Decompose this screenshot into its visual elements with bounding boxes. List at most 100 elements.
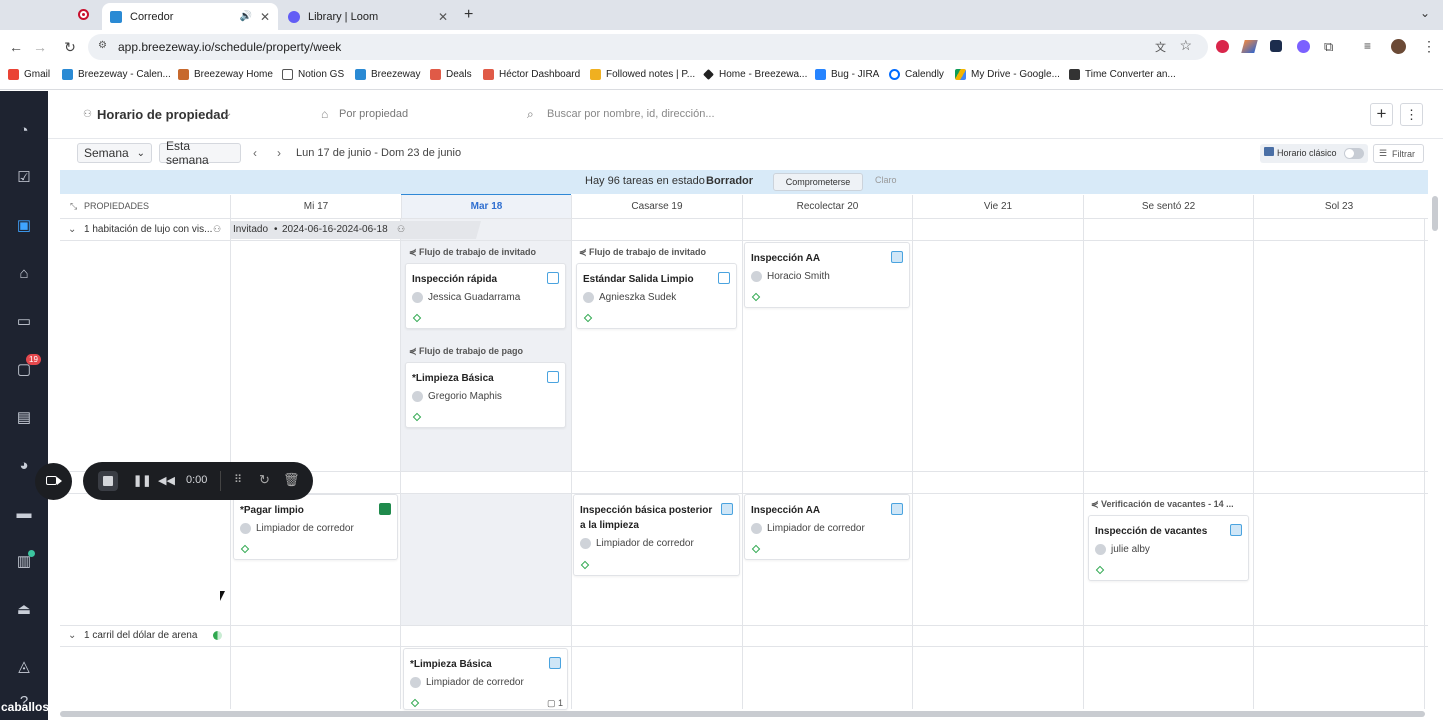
row-collapse-icon[interactable]: ⌄ xyxy=(68,224,76,235)
toggle-switch[interactable] xyxy=(1344,148,1364,159)
day-header[interactable]: Recolectar 20 xyxy=(742,195,912,219)
translate-icon[interactable]: 文 xyxy=(1155,39,1166,55)
bell-service-icon[interactable]: ⏏ xyxy=(14,599,34,619)
browser-menu-icon[interactable]: ⋮ xyxy=(1422,38,1436,55)
title-dropdown-icon[interactable]: ⌄ xyxy=(224,108,232,119)
camera-toggle-button[interactable] xyxy=(35,463,72,500)
home-icon[interactable]: ⌂ xyxy=(14,263,34,283)
extension-icon[interactable] xyxy=(1241,40,1258,53)
day-header[interactable]: Vie 21 xyxy=(912,195,1083,219)
task-card[interactable]: *Limpieza Básica Limpiador de corredor ▢… xyxy=(403,648,568,710)
stop-button[interactable] xyxy=(98,471,118,491)
more-options-button[interactable]: ⋮ xyxy=(1400,103,1423,126)
add-button[interactable]: + xyxy=(1370,103,1393,126)
reservation-bar[interactable]: Invitado • 2024-06-16-2024-06-18 ⚇ xyxy=(231,221,481,239)
property-row-label[interactable]: 1 carril del dólar de arena xyxy=(84,630,197,641)
reservation-dates: 2024-06-16-2024-06-18 xyxy=(282,224,388,235)
this-week-button[interactable]: Esta semana xyxy=(159,139,241,167)
day-header[interactable]: Casarse 19 xyxy=(571,195,742,219)
row-collapse-icon[interactable]: ⌄ xyxy=(68,630,76,641)
classic-schedule-toggle[interactable]: Horario clásico xyxy=(1260,144,1368,163)
bookmark-item[interactable]: Time Converter an... xyxy=(1069,69,1176,80)
tab-loom[interactable]: Library | Loom ✕ xyxy=(280,3,456,30)
task-title: Estándar Salida Limpio xyxy=(583,274,694,285)
reload-icon[interactable]: ↻ xyxy=(62,39,78,56)
jira-icon xyxy=(815,69,826,80)
pause-icon[interactable]: ❚❚ xyxy=(133,474,151,487)
task-card[interactable]: Inspección rápida Jessica Guadarrama xyxy=(405,263,566,329)
profile-avatar[interactable] xyxy=(1391,39,1406,54)
calendar-icon[interactable]: ▣ xyxy=(14,215,34,235)
task-type-icon xyxy=(1230,524,1242,536)
task-card[interactable]: Inspección de vacantes julie alby xyxy=(1088,515,1249,581)
trash-icon[interactable]: 🗑 xyxy=(283,472,300,488)
extension-icon[interactable] xyxy=(1297,40,1310,53)
extensions-puzzle-icon[interactable]: ⧉ xyxy=(1324,39,1333,55)
page-title[interactable]: Horario de propiedad xyxy=(97,107,228,122)
close-tab-icon[interactable]: ✕ xyxy=(438,10,448,24)
day-header[interactable]: Sol 23 xyxy=(1253,195,1424,219)
app-sidebar: ◔ ☑ ▣ ⌂ ▭ ▢ 19 ▤ ◕ ▬ ▥ ⏏ ◬ ? caballos xyxy=(0,91,49,720)
bookmark-item[interactable]: Calendly xyxy=(889,69,944,80)
bookmark-star-icon[interactable]: ☆ xyxy=(1179,37,1192,54)
record-indicator-icon[interactable] xyxy=(78,9,89,20)
card-icon[interactable]: ▬ xyxy=(14,503,34,523)
task-card[interactable]: Inspección AA Horacio Smith xyxy=(744,242,910,308)
clear-button[interactable]: Claro xyxy=(875,175,897,185)
bookmark-item[interactable]: Home - Breezewa... xyxy=(703,69,807,80)
task-card[interactable]: Estándar Salida Limpio Agnieszka Sudek xyxy=(576,263,737,329)
url-field[interactable]: ⚙ app.breezeway.io/schedule/property/wee… xyxy=(88,34,1208,60)
deals-icon xyxy=(430,69,441,80)
bookmark-item[interactable]: Breezeway - Calen... xyxy=(62,69,171,80)
bookmark-item[interactable]: Bug - JIRA xyxy=(815,69,879,80)
tab-corredor[interactable]: Corredor 🔊 ✕ xyxy=(102,3,278,30)
media-control-icon[interactable]: ≡ xyxy=(1364,39,1371,53)
horizontal-scrollbar[interactable] xyxy=(60,711,1425,717)
tab-menu-icon[interactable]: ⌄ xyxy=(1420,6,1430,20)
chevron-down-icon: ⌄ xyxy=(136,147,145,159)
task-card[interactable]: *Pagar limpio Limpiador de corredor xyxy=(233,494,398,560)
grid-line xyxy=(60,646,1428,647)
bell-icon[interactable]: ◬ xyxy=(14,656,34,676)
site-info-icon[interactable]: ⚙ xyxy=(98,40,107,51)
property-row-label[interactable]: 1 habitación de lujo con vis... xyxy=(84,224,212,235)
view-selector[interactable]: Por propiedad xyxy=(339,108,408,120)
range-select[interactable]: Semana ⌄ xyxy=(77,143,152,163)
prev-week-icon[interactable]: ‹ xyxy=(253,146,257,160)
next-week-icon[interactable]: › xyxy=(277,146,281,160)
vertical-scrollbar[interactable] xyxy=(1432,196,1438,231)
close-tab-icon[interactable]: ✕ xyxy=(260,10,270,24)
collapse-all-icon[interactable]: ⤡ xyxy=(70,201,77,212)
bookmark-item[interactable]: My Drive - Google... xyxy=(955,69,1060,80)
tasks-icon[interactable]: ☑ xyxy=(14,167,34,187)
book-icon[interactable]: ▤ xyxy=(14,407,34,427)
task-title: Inspección AA xyxy=(751,505,821,516)
bookmark-item[interactable]: Deals xyxy=(430,69,472,80)
filter-button[interactable]: ☰ Filtrar xyxy=(1373,144,1424,163)
bookmark-item[interactable]: Breezeway xyxy=(355,69,420,80)
day-header[interactable]: Se sentó 22 xyxy=(1083,195,1253,219)
task-card[interactable]: *Limpieza Básica Gregorio Maphis xyxy=(405,362,566,428)
bookmark-item[interactable]: Breezeway Home xyxy=(178,69,273,80)
day-header[interactable]: Mi 17 xyxy=(230,195,401,219)
chart-icon[interactable]: ◕ xyxy=(14,455,34,475)
bed-icon[interactable]: ▭ xyxy=(14,311,34,331)
search-input[interactable]: Buscar por nombre, id, dirección... xyxy=(547,108,715,120)
bookmark-item[interactable]: Gmail xyxy=(8,69,50,80)
forward-icon[interactable]: → xyxy=(32,39,48,55)
task-card[interactable]: Inspección AA Limpiador de corredor xyxy=(744,494,910,560)
bookmark-item[interactable]: Followed notes | P... xyxy=(590,69,695,80)
day-header-today[interactable]: Mar 18 xyxy=(401,195,571,219)
bookmark-item[interactable]: Notion GS xyxy=(282,69,344,80)
restart-icon[interactable]: ↻ xyxy=(259,472,270,488)
rewind-icon[interactable]: ◀◀ xyxy=(158,474,175,487)
dashboard-icon[interactable]: ◔ xyxy=(14,120,34,140)
commit-button[interactable]: Comprometerse xyxy=(773,173,863,191)
extension-icon[interactable] xyxy=(1216,40,1229,53)
bookmark-item[interactable]: Héctor Dashboard xyxy=(483,69,580,80)
new-tab-icon[interactable]: + xyxy=(464,6,473,24)
task-card[interactable]: Inspección básica posterior a la limpiez… xyxy=(573,494,740,576)
drag-handle-icon[interactable]: ⠿ xyxy=(234,473,242,486)
back-icon[interactable]: ← xyxy=(8,39,24,55)
extension-icon[interactable] xyxy=(1270,40,1282,52)
